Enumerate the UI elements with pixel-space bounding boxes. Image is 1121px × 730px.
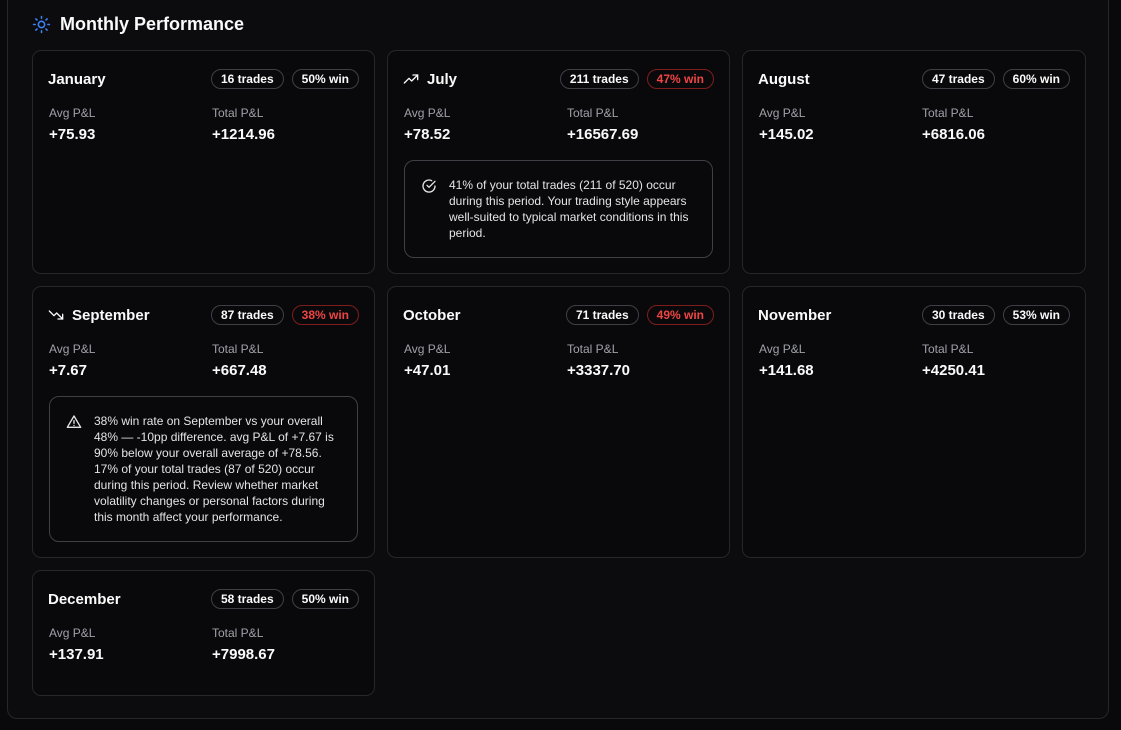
trades-badge: 16 trades [210,69,284,89]
win-badge: 49% win [646,305,714,325]
total-pnl-value: +1214.96 [212,126,275,143]
total-pnl-label: Total P&L [212,342,264,356]
avg-pnl-value: +7.67 [49,362,87,379]
trades-badge: 211 trades [559,69,639,89]
month-card-december: December 58 trades 50% win Avg P&L +137.9… [32,570,375,696]
trending-up-icon [403,74,419,84]
month-title: August [758,70,810,88]
trades-badge: 47 trades [921,69,995,89]
avg-pnl-value: +47.01 [404,362,451,379]
avg-pnl-label: Avg P&L [49,342,96,356]
section-header: Monthly Performance [32,12,244,36]
month-title: July [427,70,458,88]
month-title: November [758,306,832,324]
month-title: January [48,70,106,88]
avg-pnl-value: +141.68 [759,362,814,379]
section-title: Monthly Performance [60,13,245,34]
trades-badge: 30 trades [921,305,995,325]
total-pnl-value: +667.48 [212,362,267,379]
warning-note: 38% win rate on September vs your overal… [49,396,358,542]
insight-note: 41% of your total trades (211 of 520) oc… [404,160,713,258]
total-pnl-label: Total P&L [567,342,619,356]
trades-badge: 71 trades [565,305,639,325]
warning-text: 38% win rate on September vs your overal… [94,414,334,524]
check-circle-icon [422,179,436,193]
month-card-august: August 47 trades 60% win Avg P&L +145.02 … [742,50,1086,274]
win-badge: 47% win [646,69,714,89]
total-pnl-label: Total P&L [567,106,619,120]
win-badge: 60% win [1002,69,1070,89]
win-badge: 53% win [1002,305,1070,325]
total-pnl-value: +6816.06 [922,126,985,143]
total-pnl-label: Total P&L [922,106,974,120]
insight-text: 41% of your total trades (211 of 520) oc… [449,178,689,240]
avg-pnl-label: Avg P&L [49,626,96,640]
warning-icon [66,415,82,428]
month-card-october: October 71 trades 49% win Avg P&L +47.01 … [387,286,730,558]
sun-icon [32,15,51,33]
trending-down-icon [48,310,64,320]
trades-badge: 58 trades [210,589,284,609]
total-pnl-value: +7998.67 [212,646,275,663]
month-card-september: September 87 trades 38% win Avg P&L +7.67… [32,286,375,558]
month-title: December [48,590,121,608]
total-pnl-value: +3337.70 [567,362,630,379]
avg-pnl-label: Avg P&L [404,342,451,356]
total-pnl-label: Total P&L [212,106,264,120]
avg-pnl-value: +145.02 [759,126,814,143]
total-pnl-label: Total P&L [922,342,974,356]
avg-pnl-label: Avg P&L [759,342,806,356]
win-badge: 50% win [291,589,359,609]
total-pnl-value: +16567.69 [567,126,639,143]
month-title: October [403,306,461,324]
avg-pnl-label: Avg P&L [49,106,96,120]
avg-pnl-value: +137.91 [49,646,104,663]
month-title: September [72,306,150,324]
win-badge: 38% win [291,305,359,325]
total-pnl-label: Total P&L [212,626,264,640]
avg-pnl-value: +78.52 [404,126,451,143]
avg-pnl-label: Avg P&L [759,106,806,120]
total-pnl-value: +4250.41 [922,362,985,379]
avg-pnl-value: +75.93 [49,126,96,143]
month-card-july: July 211 trades 47% win Avg P&L +78.52 To… [387,50,730,274]
win-badge: 50% win [291,69,359,89]
month-card-november: November 30 trades 53% win Avg P&L +141.6… [742,286,1086,558]
trades-badge: 87 trades [210,305,284,325]
month-card-january: January 16 trades 50% win Avg P&L +75.93 … [32,50,375,274]
avg-pnl-label: Avg P&L [404,106,451,120]
